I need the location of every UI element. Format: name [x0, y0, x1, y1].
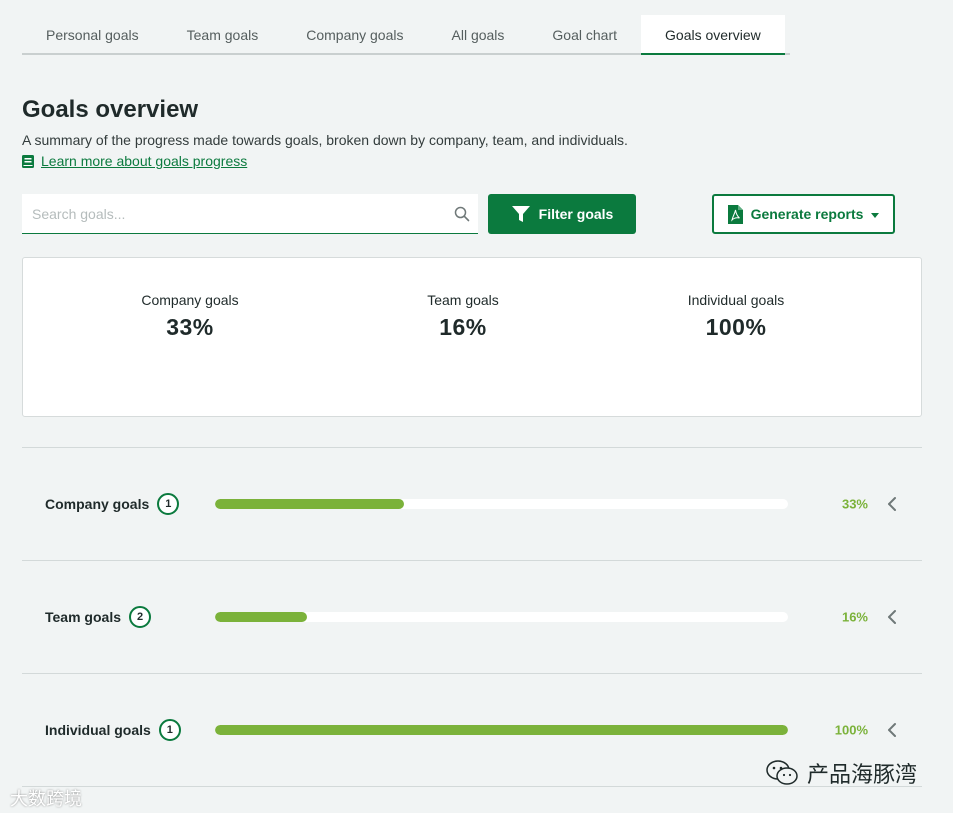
filter-icon [511, 206, 530, 222]
chevron-down-icon [871, 213, 880, 218]
goal-row-title: Team goals [45, 609, 121, 625]
goal-row-title: Individual goals [45, 722, 151, 738]
generate-reports-button[interactable]: Generate reports [712, 194, 895, 234]
summary-company-label: Company goals [141, 292, 239, 308]
goal-count-badge: 1 [158, 719, 181, 741]
goal-row-label: Team goals 2 [45, 606, 151, 628]
progress-bar-fill [215, 725, 788, 735]
summary-individual-label: Individual goals [687, 292, 785, 308]
tab-personal-goals[interactable]: Personal goals [22, 15, 163, 55]
watermark-right: 产品海豚湾 [765, 757, 917, 789]
tab-goal-chart[interactable]: Goal chart [528, 15, 641, 55]
watermark-right-text: 产品海豚湾 [807, 762, 918, 787]
summary-company-value: 33% [166, 314, 214, 340]
search-icon[interactable] [454, 206, 470, 222]
tab-all-goals[interactable]: All goals [428, 15, 529, 55]
goal-row-team[interactable]: Team goals 2 16% [22, 561, 922, 673]
filter-goals-label: Filter goals [538, 206, 614, 222]
goal-count-badge: 1 [157, 493, 180, 515]
tab-bar: Personal goals Team goals Company goals … [22, 15, 790, 55]
chevron-left-icon[interactable] [884, 496, 900, 512]
summary-individual: Individual goals 100% [636, 292, 836, 341]
tab-goals-overview[interactable]: Goals overview [641, 15, 785, 55]
watermark-left-text: 大数跨境 [10, 789, 82, 809]
goal-row-company[interactable]: Company goals 1 33% [22, 448, 922, 560]
book-icon [22, 154, 34, 168]
search-box [22, 194, 478, 234]
pdf-file-icon [727, 204, 743, 224]
summary-company: Company goals 33% [90, 292, 290, 341]
learn-more-link[interactable]: Learn more about goals progress [22, 153, 247, 169]
goal-row-label: Individual goals 1 [45, 719, 181, 741]
goal-row-title: Company goals [45, 496, 150, 512]
generate-reports-label: Generate reports [750, 206, 864, 222]
summary-individual-value: 100% [705, 314, 767, 340]
progress-bar [215, 499, 788, 509]
learn-more-link-text[interactable]: Learn more about goals progress [41, 153, 247, 169]
search-input[interactable] [22, 194, 454, 233]
page-description: A summary of the progress made towards g… [22, 132, 628, 148]
chevron-left-icon[interactable] [884, 722, 900, 738]
progress-bar [215, 725, 788, 735]
progress-percent: 33% [841, 496, 868, 512]
tab-company-goals[interactable]: Company goals [282, 15, 427, 55]
watermark-left: 大数跨境 [10, 785, 82, 811]
summary-card: Company goals 33% Team goals 16% Individ… [22, 257, 922, 417]
filter-goals-button[interactable]: Filter goals [488, 194, 636, 234]
progress-bar-fill [215, 612, 307, 622]
summary-team-value: 16% [439, 314, 487, 340]
progress-percent: 16% [841, 609, 868, 625]
wechat-icon [766, 760, 798, 785]
goal-row-label: Company goals 1 [45, 493, 180, 515]
progress-percent: 100% [834, 722, 868, 738]
tab-team-goals[interactable]: Team goals [163, 15, 283, 55]
page-title: Goals overview [22, 96, 199, 123]
summary-team: Team goals 16% [363, 292, 563, 341]
summary-team-label: Team goals [427, 292, 499, 308]
goal-count-badge: 2 [129, 606, 151, 628]
progress-bar [215, 612, 788, 622]
progress-bar-fill [215, 499, 405, 509]
chevron-left-icon[interactable] [884, 609, 900, 625]
